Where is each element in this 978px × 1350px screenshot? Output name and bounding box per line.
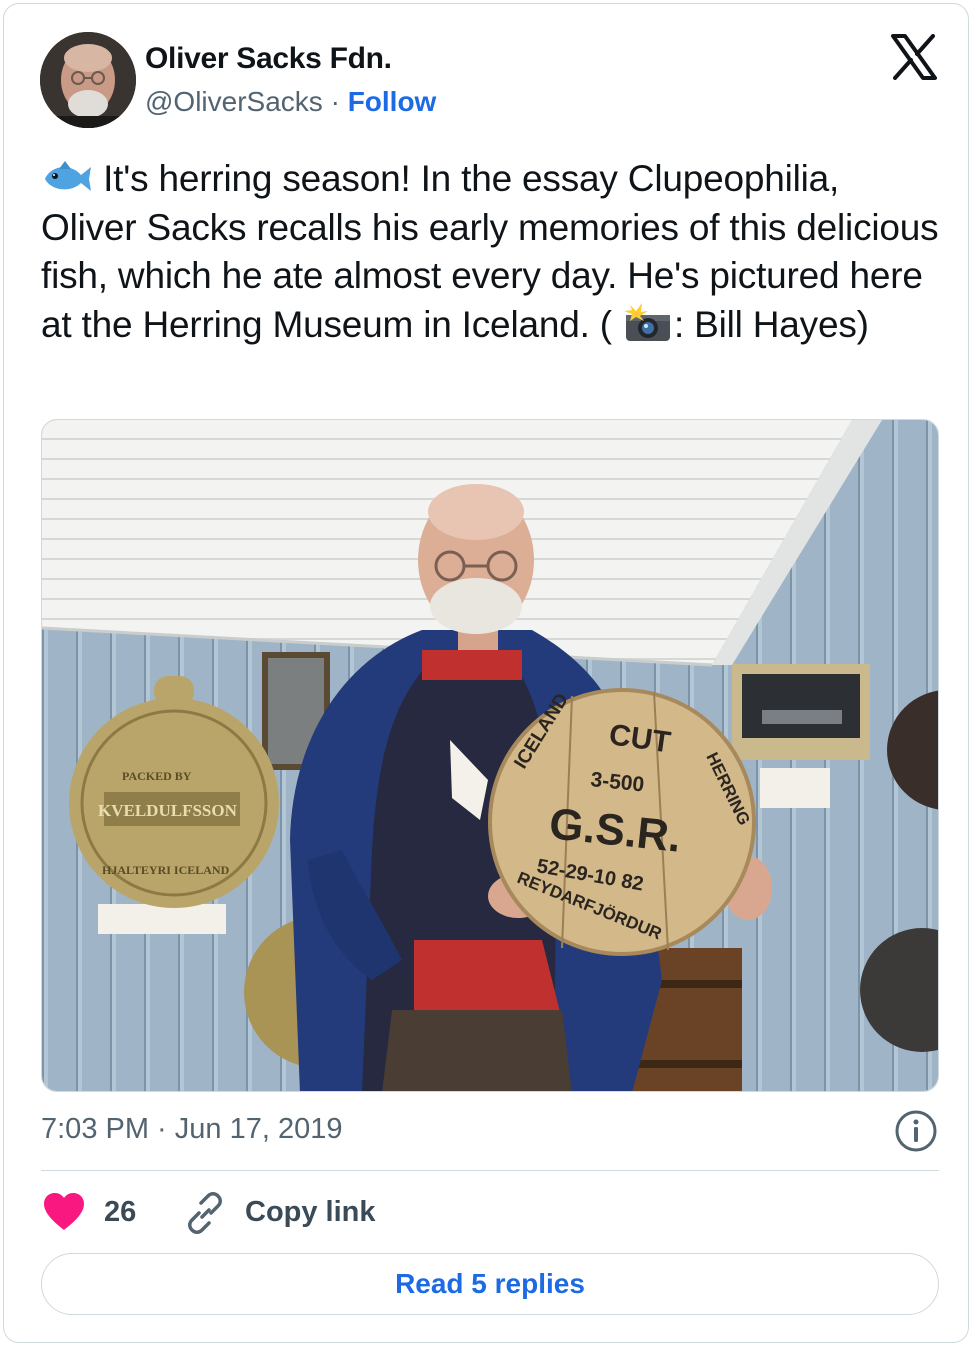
plaque-bottom-arc: HJALTEYRI ICELAND <box>102 863 230 877</box>
photo-credit: : Bill Hayes) <box>673 303 869 345</box>
tweet-timestamp[interactable]: 7:03 PM · Jun 17, 2019 <box>41 1113 342 1146</box>
follow-button[interactable]: Follow <box>348 86 437 117</box>
divider <box>41 1170 939 1171</box>
author-handle-row: @OliverSacks · Follow <box>145 86 436 118</box>
tweet-card: Oliver Sacks Fdn. @OliverSacks · Follow … <box>3 3 969 1343</box>
copy-link-button[interactable]: Copy link <box>245 1196 376 1229</box>
fish-emoji-icon <box>41 157 93 197</box>
tweet-text: It's herring season! In the essay Clupeo… <box>41 155 941 349</box>
separator-dot: · <box>330 86 340 117</box>
read-replies-button[interactable]: Read 5 replies <box>41 1253 939 1315</box>
plaque-line-name: KVELDULFSSON <box>98 801 238 820</box>
heart-icon[interactable] <box>42 1192 86 1232</box>
like-count[interactable]: 26 <box>104 1196 136 1229</box>
info-icon[interactable] <box>894 1109 938 1153</box>
barrel-lid: ICELAND CUT HERRING 3-500 G.S.R. 52-29-1… <box>488 688 756 956</box>
link-icon[interactable] <box>182 1190 228 1236</box>
tweet-photo[interactable]: PACKED BY KVELDULFSSON HJALTEYRI ICELAND <box>41 419 939 1092</box>
author-name[interactable]: Oliver Sacks Fdn. <box>145 42 392 76</box>
x-logo-icon[interactable] <box>890 34 938 80</box>
author-handle[interactable]: @OliverSacks <box>145 86 323 117</box>
camera-flash-emoji-icon <box>622 302 674 343</box>
plaque-line-packed: PACKED BY <box>122 769 192 783</box>
avatar[interactable] <box>40 32 136 128</box>
